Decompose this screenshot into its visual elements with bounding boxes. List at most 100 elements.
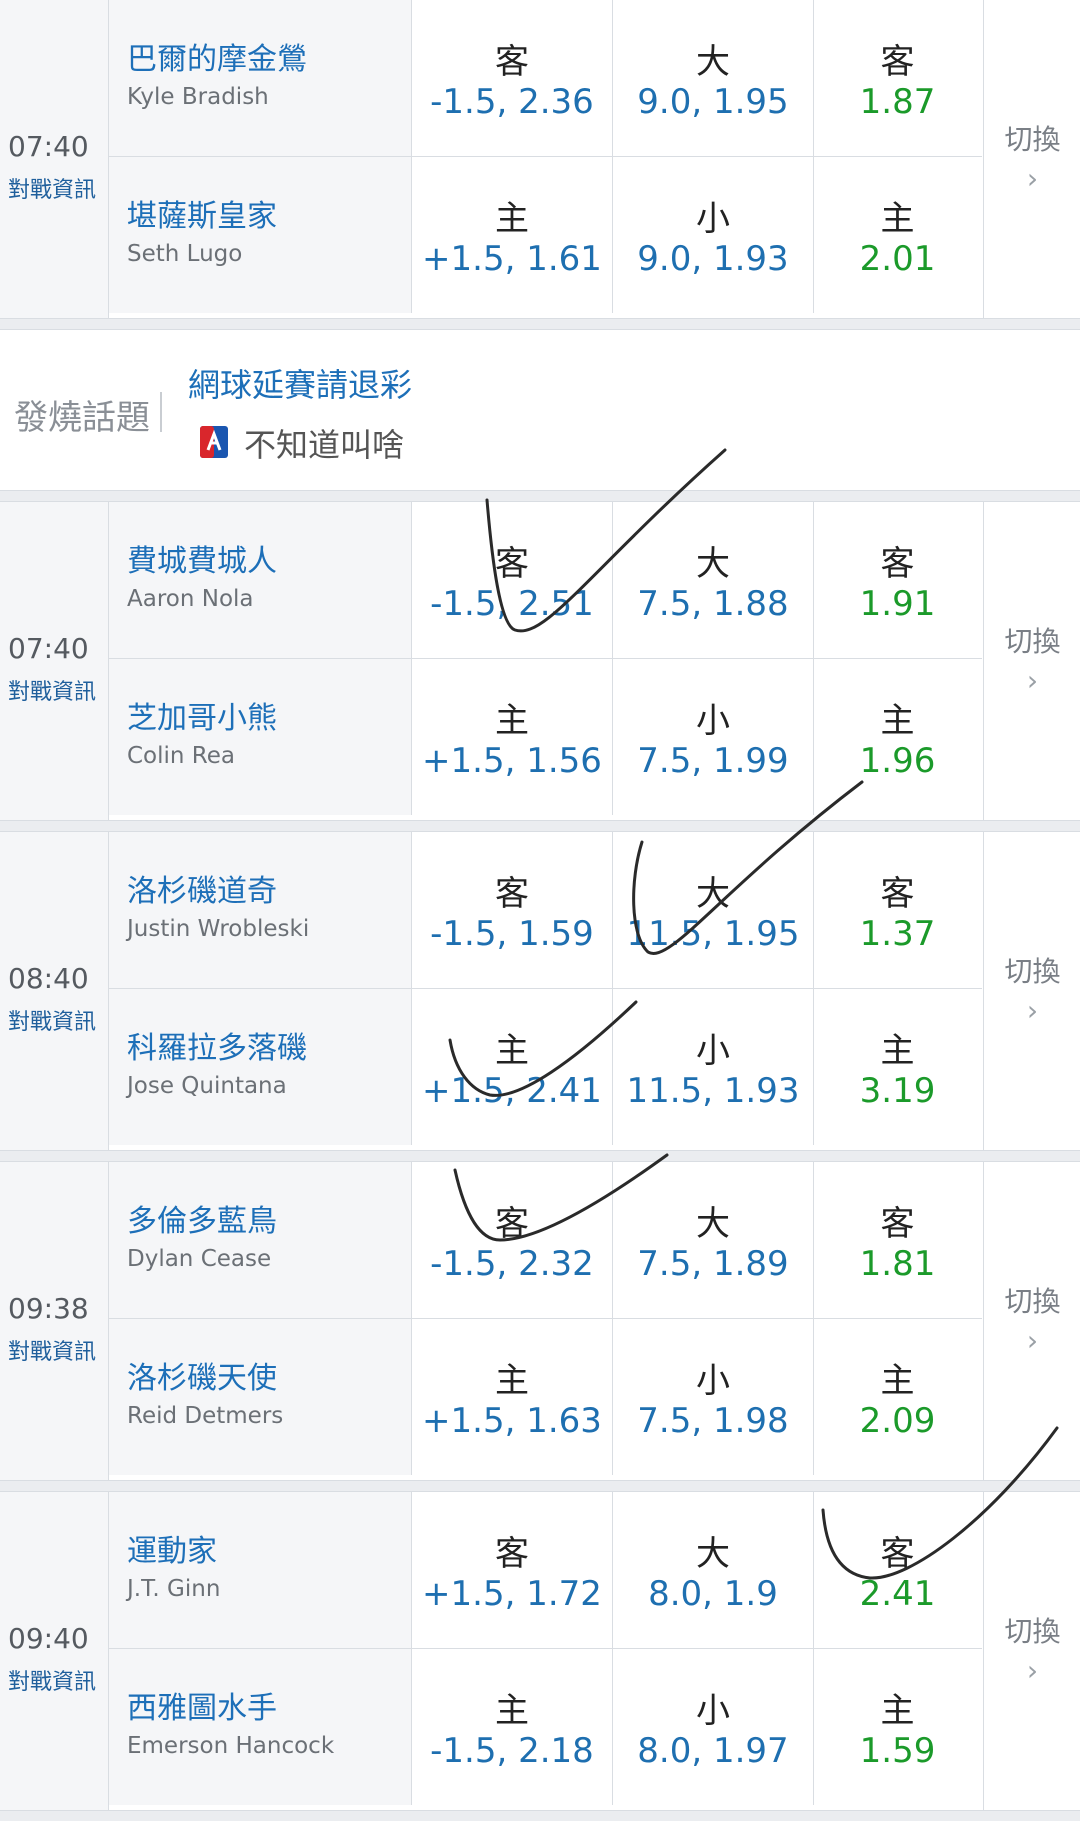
- total-odds-button[interactable]: 大 11.5, 1.95: [613, 832, 814, 988]
- switch-button[interactable]: 切換 ›: [983, 832, 1080, 1150]
- match-info-link[interactable]: 對戰資訊: [8, 1004, 96, 1036]
- odds-label: 客: [495, 1204, 529, 1244]
- moneyline-odds-button[interactable]: 主 2.09: [814, 1319, 981, 1475]
- match-info-link[interactable]: 對戰資訊: [8, 674, 96, 706]
- match-info-link[interactable]: 對戰資訊: [8, 172, 96, 204]
- switch-button[interactable]: 切換 ›: [983, 1492, 1080, 1810]
- team-cell[interactable]: 科羅拉多落磯 Jose Quintana: [109, 989, 412, 1145]
- odds-value: -1.5, 2.18: [430, 1731, 594, 1771]
- moneyline-odds-button[interactable]: 主 1.96: [814, 659, 981, 815]
- team-cell[interactable]: 運動家 J.T. Ginn: [109, 1492, 412, 1648]
- handicap-odds-button[interactable]: 客 -1.5, 2.51: [412, 502, 613, 658]
- handicap-odds-button[interactable]: 客 -1.5, 2.32: [412, 1162, 613, 1318]
- odds-value: 1.91: [859, 584, 936, 624]
- odds-value: 9.0, 1.95: [637, 82, 789, 122]
- odds-label: 客: [880, 874, 915, 914]
- hot-topic-label: 發燒話題: [14, 398, 150, 438]
- team-row-away: 巴爾的摩金鶯 Kyle Bradish 客 -1.5, 2.36 大 9.0, …: [109, 0, 982, 157]
- team-cell[interactable]: 費城費城人 Aaron Nola: [109, 502, 412, 658]
- team-row-home: 科羅拉多落磯 Jose Quintana 主 +1.5, 2.41 小 11.5…: [109, 989, 982, 1145]
- chevron-right-icon: ›: [1026, 664, 1039, 697]
- match-info-link[interactable]: 對戰資訊: [8, 1664, 96, 1696]
- odds-label: 大: [696, 1534, 730, 1574]
- odds-list: 07:40 對戰資訊 巴爾的摩金鶯 Kyle Bradish 客 -1.5, 2…: [0, 0, 1080, 1821]
- switch-button[interactable]: 切換 ›: [983, 502, 1080, 820]
- switch-button[interactable]: 切換 ›: [983, 0, 1080, 318]
- odds-label: 小: [696, 199, 730, 239]
- odds-value: -1.5, 2.32: [430, 1244, 594, 1284]
- hot-topic-banner[interactable]: 發燒話題 網球延賽請退彩 不知道叫啥: [0, 329, 1080, 491]
- total-odds-button[interactable]: 小 7.5, 1.98: [613, 1319, 814, 1475]
- handicap-odds-button[interactable]: 客 +1.5, 1.72: [412, 1492, 613, 1648]
- total-odds-button[interactable]: 大 9.0, 1.95: [613, 0, 814, 156]
- handicap-odds-button[interactable]: 主 +1.5, 1.61: [412, 157, 613, 313]
- handicap-odds-button[interactable]: 主 +1.5, 2.41: [412, 989, 613, 1145]
- match-info-link[interactable]: 對戰資訊: [8, 1334, 96, 1366]
- game-time-column: 07:40 對戰資訊: [0, 0, 109, 318]
- hot-topic-author: 不知道叫啥: [244, 426, 405, 464]
- team-cell[interactable]: 洛杉磯天使 Reid Detmers: [109, 1319, 412, 1475]
- handicap-odds-button[interactable]: 客 -1.5, 1.59: [412, 832, 613, 988]
- game-time-column: 07:40 對戰資訊: [0, 502, 109, 820]
- team-row-away: 運動家 J.T. Ginn 客 +1.5, 1.72 大 8.0, 1.9 客 …: [109, 1492, 982, 1649]
- odds-label: 小: [696, 1691, 730, 1731]
- team-cell[interactable]: 芝加哥小熊 Colin Rea: [109, 659, 412, 815]
- handicap-odds-button[interactable]: 主 -1.5, 2.18: [412, 1649, 613, 1805]
- odds-label: 大: [696, 874, 730, 914]
- moneyline-odds-button[interactable]: 客 1.81: [814, 1162, 981, 1318]
- odds-value: 11.5, 1.93: [626, 1071, 800, 1111]
- chevron-right-icon: ›: [1026, 1654, 1039, 1687]
- handicap-odds-button[interactable]: 主 +1.5, 1.63: [412, 1319, 613, 1475]
- hot-topic-title[interactable]: 網球延賽請退彩: [188, 360, 412, 406]
- moneyline-odds-button[interactable]: 客 1.87: [814, 0, 981, 156]
- moneyline-odds-button[interactable]: 客 2.41: [814, 1492, 981, 1648]
- total-odds-button[interactable]: 小 9.0, 1.93: [613, 157, 814, 313]
- odds-value: 11.5, 1.95: [626, 914, 800, 954]
- total-odds-button[interactable]: 小 11.5, 1.93: [613, 989, 814, 1145]
- odds-label: 客: [495, 1534, 529, 1574]
- team-row-home: 芝加哥小熊 Colin Rea 主 +1.5, 1.56 小 7.5, 1.99…: [109, 659, 982, 815]
- moneyline-odds-button[interactable]: 客 1.37: [814, 832, 981, 988]
- switch-label: 切換: [1004, 123, 1061, 156]
- team-cell[interactable]: 多倫多藍鳥 Dylan Cease: [109, 1162, 412, 1318]
- odds-value: -1.5, 2.36: [430, 82, 594, 122]
- team-name: 洛杉磯道奇: [127, 874, 277, 909]
- odds-value: 2.09: [859, 1401, 936, 1441]
- pitcher-name: Seth Lugo: [127, 241, 243, 267]
- moneyline-odds-button[interactable]: 主 2.01: [814, 157, 981, 313]
- team-cell[interactable]: 巴爾的摩金鶯 Kyle Bradish: [109, 0, 412, 156]
- odds-value: -1.5, 1.59: [430, 914, 594, 954]
- moneyline-odds-button[interactable]: 主 1.59: [814, 1649, 981, 1805]
- odds-label: 主: [880, 1361, 915, 1401]
- odds-value: 2.41: [859, 1574, 936, 1614]
- chevron-right-icon: ›: [1026, 162, 1039, 195]
- team-cell[interactable]: 堪薩斯皇家 Seth Lugo: [109, 157, 412, 313]
- odds-label: 客: [880, 544, 915, 584]
- total-odds-button[interactable]: 小 8.0, 1.97: [613, 1649, 814, 1805]
- odds-label: 主: [880, 1031, 915, 1071]
- switch-label: 切換: [1004, 1285, 1061, 1318]
- moneyline-odds-button[interactable]: 主 3.19: [814, 989, 981, 1145]
- total-odds-button[interactable]: 大 7.5, 1.88: [613, 502, 814, 658]
- moneyline-odds-button[interactable]: 客 1.91: [814, 502, 981, 658]
- pitcher-name: Reid Detmers: [127, 1403, 284, 1429]
- team-name: 運動家: [127, 1534, 217, 1569]
- odds-label: 客: [495, 874, 529, 914]
- total-odds-button[interactable]: 小 7.5, 1.99: [613, 659, 814, 815]
- odds-value: 8.0, 1.9: [648, 1574, 778, 1614]
- pitcher-name: Colin Rea: [127, 743, 235, 769]
- odds-value: 2.01: [859, 239, 936, 279]
- game-card: 08:40 對戰資訊 洛杉磯道奇 Justin Wrobleski 客 -1.5…: [0, 831, 1080, 1151]
- odds-value: 9.0, 1.93: [637, 239, 789, 279]
- team-name: 科羅拉多落磯: [127, 1031, 307, 1066]
- odds-value: 7.5, 1.88: [637, 584, 789, 624]
- odds-value: +1.5, 1.56: [422, 741, 602, 781]
- total-odds-button[interactable]: 大 7.5, 1.89: [613, 1162, 814, 1318]
- team-cell[interactable]: 西雅圖水手 Emerson Hancock: [109, 1649, 412, 1805]
- team-name: 多倫多藍鳥: [127, 1204, 277, 1239]
- total-odds-button[interactable]: 大 8.0, 1.9: [613, 1492, 814, 1648]
- team-cell[interactable]: 洛杉磯道奇 Justin Wrobleski: [109, 832, 412, 988]
- handicap-odds-button[interactable]: 主 +1.5, 1.56: [412, 659, 613, 815]
- handicap-odds-button[interactable]: 客 -1.5, 2.36: [412, 0, 613, 156]
- switch-button[interactable]: 切換 ›: [983, 1162, 1080, 1480]
